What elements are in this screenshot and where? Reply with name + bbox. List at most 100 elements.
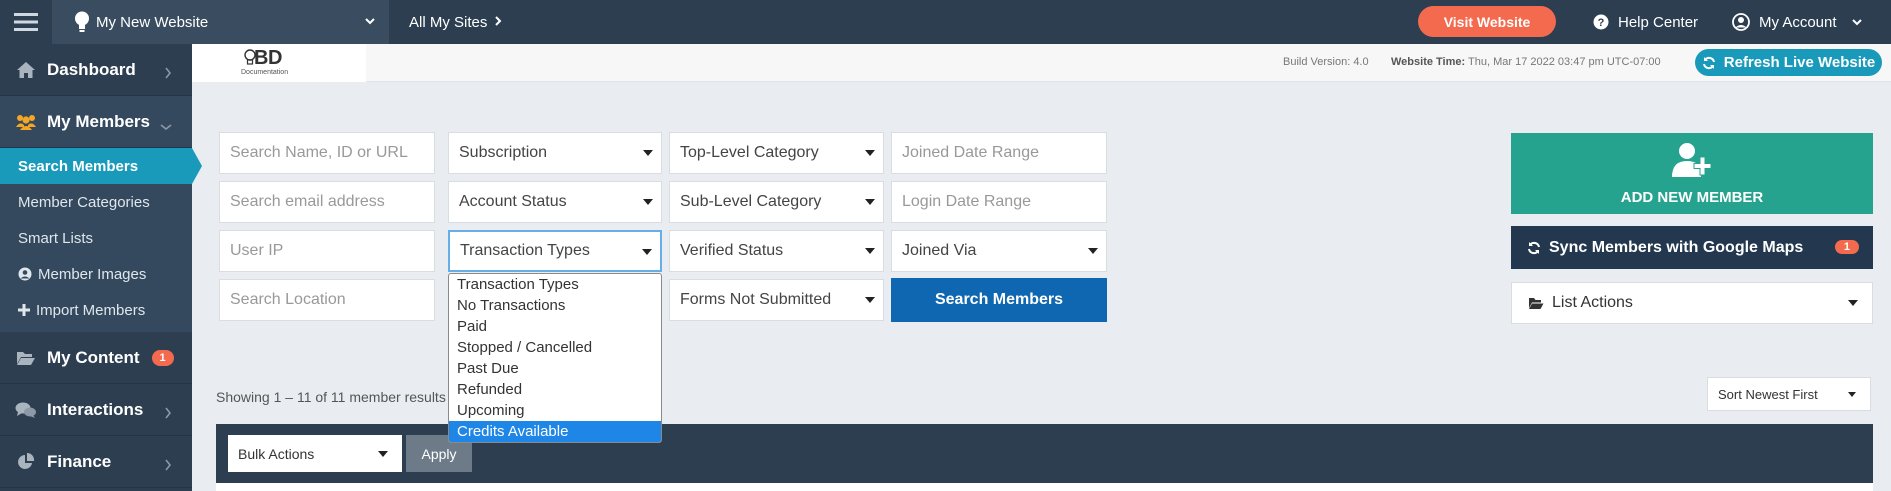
sidebar-item-search-members[interactable]: Search Members <box>0 148 202 184</box>
all-sites-link[interactable]: All My Sites <box>409 0 503 44</box>
home-icon <box>14 61 38 79</box>
account-status-select[interactable]: Account Status <box>448 181 662 223</box>
list-actions-select[interactable]: List Actions <box>1511 282 1873 324</box>
help-center-label: Help Center <box>1618 13 1699 31</box>
transaction-types-dropdown: Transaction Types No Transactions Paid S… <box>448 273 662 443</box>
visit-website-button[interactable]: Visit Website <box>1418 6 1556 37</box>
caret-down-icon <box>1848 300 1858 306</box>
search-email-input[interactable]: Search email address <box>219 181 435 223</box>
sidebar-item-dashboard[interactable]: Dashboard <box>0 44 192 96</box>
select-value: Account Status <box>459 193 567 210</box>
sidebar-label: Member Images <box>38 265 147 283</box>
dropdown-option[interactable]: Transaction Types <box>449 274 661 295</box>
lightbulb-icon <box>74 11 90 33</box>
user-ip-input[interactable]: User IP <box>219 230 435 272</box>
caret-down-icon <box>1848 392 1856 397</box>
refresh-icon <box>1527 241 1541 255</box>
site-selector[interactable]: My New Website <box>52 0 389 44</box>
top-bar: My New Website All My Sites Visit Websit… <box>0 0 1891 44</box>
sub-level-category-select[interactable]: Sub-Level Category <box>669 181 884 223</box>
sidebar-item-import-members[interactable]: Import Members <box>0 292 192 328</box>
placeholder-text: User IP <box>230 242 284 259</box>
select-value: Forms Not Submitted <box>680 291 832 308</box>
sidebar-label: Dashboard <box>47 59 136 79</box>
build-version: Build Version: 4.0 <box>1283 56 1369 68</box>
website-time-label: Website Time: <box>1391 56 1466 68</box>
sidebar-label: My Content <box>47 347 140 367</box>
sidebar-label: Search Members <box>18 157 139 175</box>
dropdown-option[interactable]: Paid <box>449 316 661 337</box>
sync-label: Sync Members with Google Maps <box>1549 238 1804 256</box>
caret-down-icon <box>865 297 875 303</box>
add-new-member-button[interactable]: ADD NEW MEMBER <box>1511 133 1873 214</box>
refresh-icon <box>1702 56 1716 70</box>
list-actions-label: List Actions <box>1552 294 1633 311</box>
search-location-input[interactable]: Search Location <box>219 279 435 321</box>
svg-text:?: ? <box>1598 17 1605 29</box>
sidebar-label: Member Categories <box>18 193 150 211</box>
sync-count-badge: 1 <box>1834 240 1859 254</box>
joined-via-select[interactable]: Joined Via <box>891 230 1107 272</box>
menu-icon[interactable] <box>0 0 52 44</box>
sidebar-label: Smart Lists <box>18 229 94 247</box>
sidebar-label: My Members <box>47 111 150 131</box>
website-time: Website Time: Thu, Mar 17 2022 03:47 pm … <box>1391 56 1661 68</box>
my-account-menu[interactable]: My Account <box>1732 0 1863 44</box>
sidebar-item-finance[interactable]: Finance <box>0 436 192 488</box>
sort-select[interactable]: Sort Newest First <box>1707 377 1871 411</box>
bulk-actions-select[interactable]: Bulk Actions <box>228 435 402 472</box>
refresh-label: Refresh Live Website <box>1723 54 1876 71</box>
logo-subtext: Documentation <box>241 69 289 76</box>
dropdown-option[interactable]: Refunded <box>449 379 661 400</box>
results-table-body <box>216 483 1873 491</box>
verified-status-select[interactable]: Verified Status <box>669 230 884 272</box>
help-center-link[interactable]: ? Help Center <box>1593 0 1698 44</box>
placeholder-text: Login Date Range <box>902 193 1031 210</box>
all-sites-label: All My Sites <box>409 13 488 31</box>
placeholder-text: Search Name, ID or URL <box>230 144 408 161</box>
select-value: Verified Status <box>680 242 784 259</box>
sidebar-item-member-images[interactable]: Member Images <box>0 256 192 292</box>
transaction-types-select[interactable]: Transaction Types <box>448 230 662 272</box>
chevron-right-icon <box>493 14 503 31</box>
folder-open-icon <box>1528 297 1544 310</box>
pie-chart-icon <box>14 452 38 471</box>
chevron-right-icon <box>164 456 172 476</box>
secondary-header: BD Documentation Build Version: 4.0 Webs… <box>192 44 1891 82</box>
my-members-submenu: Search Members Member Categories Smart L… <box>0 148 202 332</box>
caret-down-icon <box>643 199 653 205</box>
bulk-actions-value: Bulk Actions <box>238 445 315 462</box>
sidebar-label: Import Members <box>36 301 146 319</box>
sidebar-item-member-categories[interactable]: Member Categories <box>0 184 192 220</box>
search-name-input[interactable]: Search Name, ID or URL <box>219 132 435 174</box>
sidebar-item-interactions[interactable]: Interactions <box>0 384 192 436</box>
logo-text: BD <box>254 47 282 69</box>
caret-down-icon <box>1088 248 1098 254</box>
placeholder-text: Search email address <box>230 193 385 210</box>
dropdown-option[interactable]: Past Due <box>449 358 661 379</box>
sidebar-item-my-content[interactable]: My Content 1 <box>0 332 192 384</box>
select-value: Top-Level Category <box>680 144 819 161</box>
subscription-select[interactable]: Subscription <box>448 132 662 174</box>
joined-date-range-input[interactable]: Joined Date Range <box>891 132 1107 174</box>
top-level-category-select[interactable]: Top-Level Category <box>669 132 884 174</box>
dropdown-option-highlighted[interactable]: Credits Available <box>449 421 661 442</box>
sidebar-item-my-members[interactable]: My Members <box>0 96 192 148</box>
forms-not-submitted-select[interactable]: Forms Not Submitted <box>669 279 884 321</box>
dropdown-option[interactable]: Stopped / Cancelled <box>449 337 661 358</box>
sidebar-label: Finance <box>47 451 112 471</box>
search-members-button[interactable]: Search Members <box>891 278 1107 322</box>
content-count-badge: 1 <box>151 349 174 366</box>
brand-logo[interactable]: BD Documentation <box>192 44 366 82</box>
dropdown-option[interactable]: Upcoming <box>449 400 661 421</box>
add-member-label: ADD NEW MEMBER <box>1620 188 1764 206</box>
refresh-live-website-button[interactable]: Refresh Live Website <box>1695 49 1882 76</box>
sync-google-maps-button[interactable]: Sync Members with Google Maps 1 <box>1511 226 1873 269</box>
login-date-range-input[interactable]: Login Date Range <box>891 181 1107 223</box>
users-icon <box>14 113 38 131</box>
sidebar-item-smart-lists[interactable]: Smart Lists <box>0 220 192 256</box>
dropdown-option[interactable]: No Transactions <box>449 295 661 316</box>
chevron-down-icon <box>363 14 377 32</box>
chevron-down-icon <box>1851 16 1863 28</box>
caret-down-icon <box>642 249 652 255</box>
